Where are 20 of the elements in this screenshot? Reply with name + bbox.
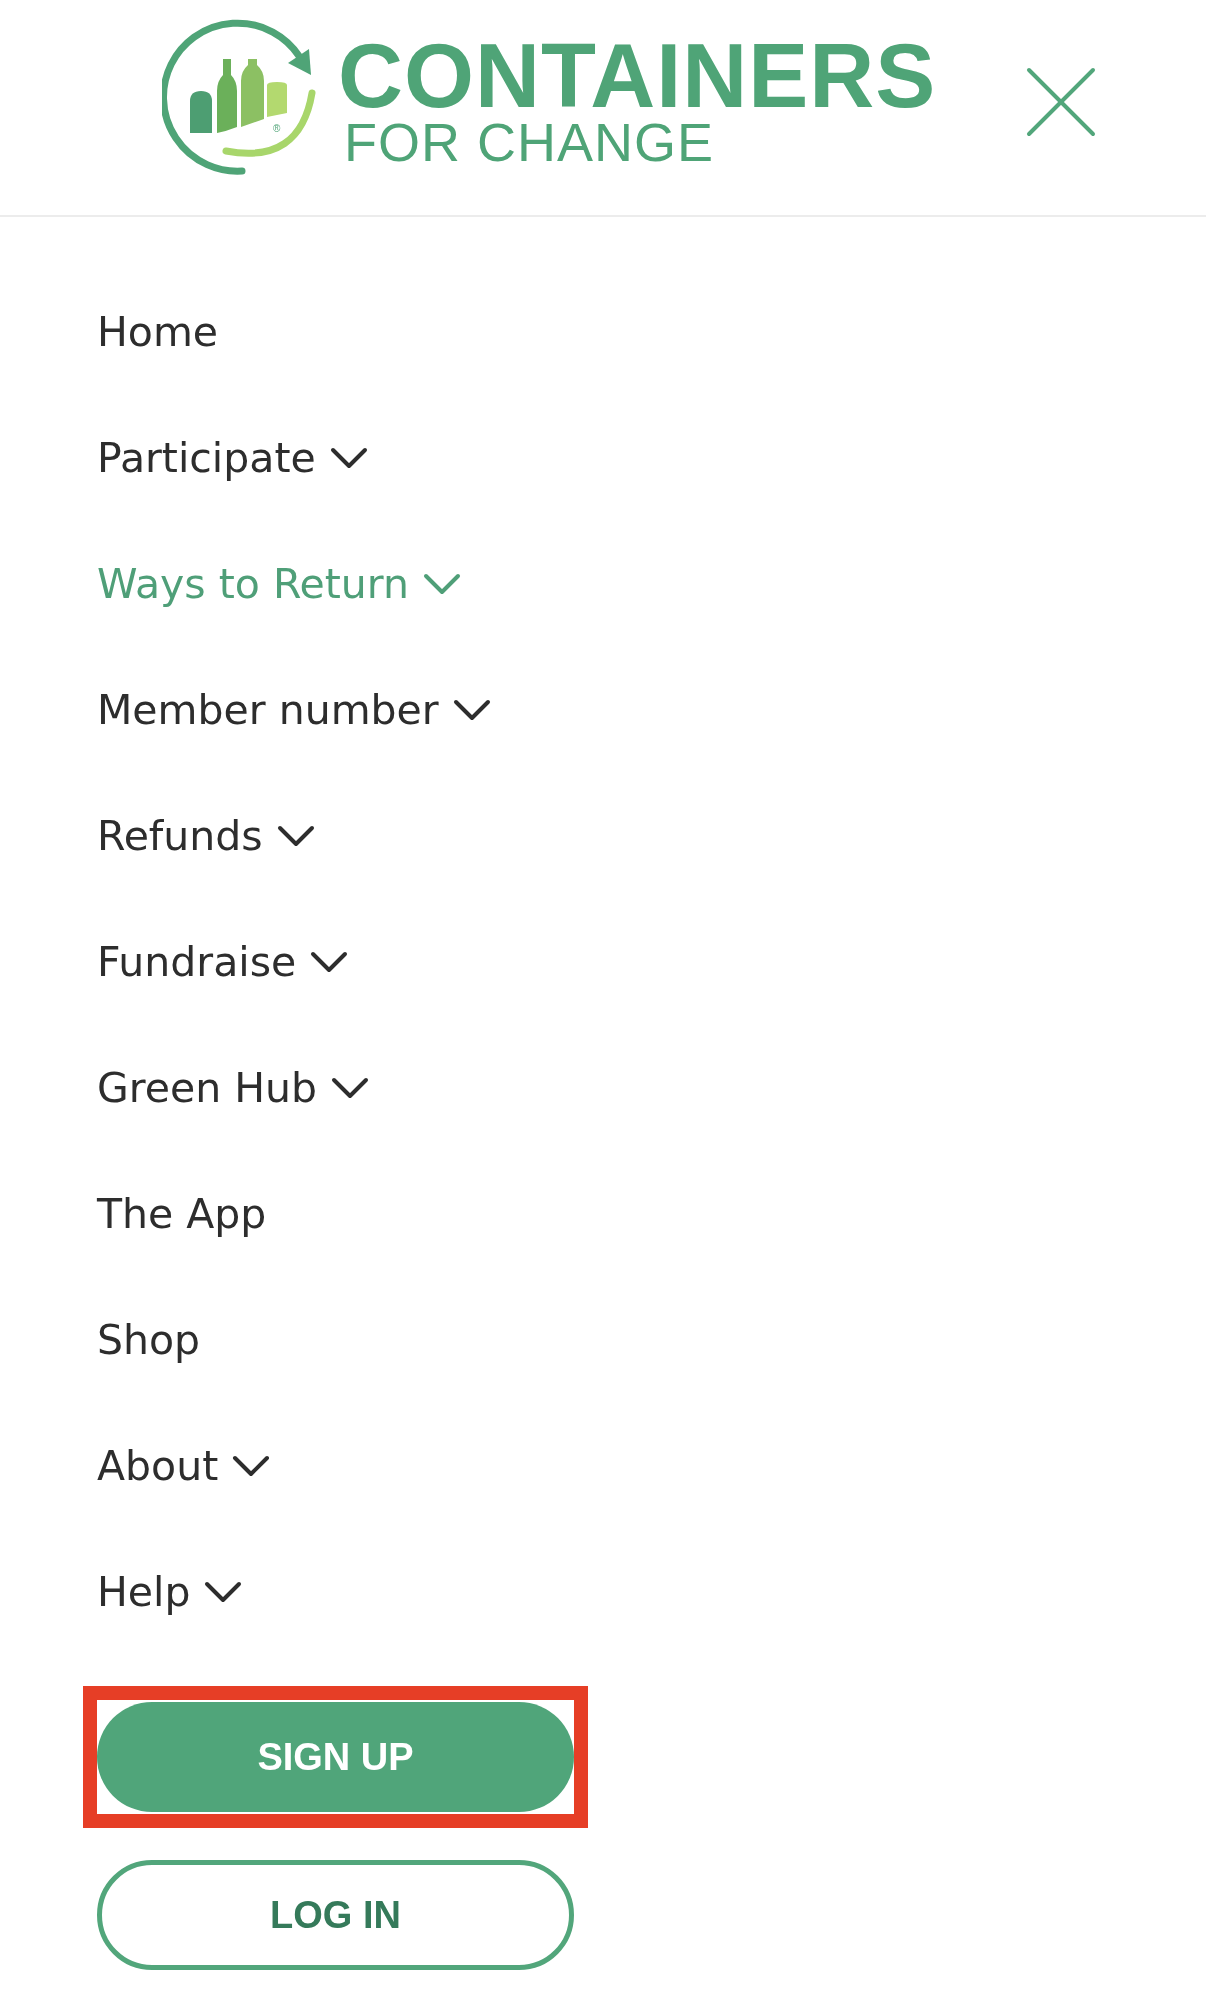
plastic-bottle-icon [241,59,264,127]
nav-link[interactable]: Green Hub [97,1067,370,1109]
close-icon [1026,67,1096,137]
curved-stripe-icon [222,89,316,157]
close-button[interactable] [1025,66,1097,138]
log-in-button[interactable]: LOG IN [97,1860,574,1970]
nav-link[interactable]: Help [97,1571,243,1613]
circular-arrow-icon [162,19,311,175]
glass-bottle-icon [217,59,237,133]
nav-link[interactable]: Fundraise [97,941,349,983]
nav-link[interactable]: Participate [97,437,368,479]
nav-link[interactable]: Member number [97,689,491,731]
nav-link[interactable]: Home [97,311,219,353]
nav-link[interactable]: The App [97,1193,267,1235]
nav-link[interactable]: About [97,1445,271,1487]
nav-link[interactable]: Refunds [97,815,315,857]
nav-link[interactable]: Shop [97,1319,201,1361]
can-icon [267,82,287,117]
can-icon [190,91,212,133]
registered-mark: ® [273,123,281,134]
